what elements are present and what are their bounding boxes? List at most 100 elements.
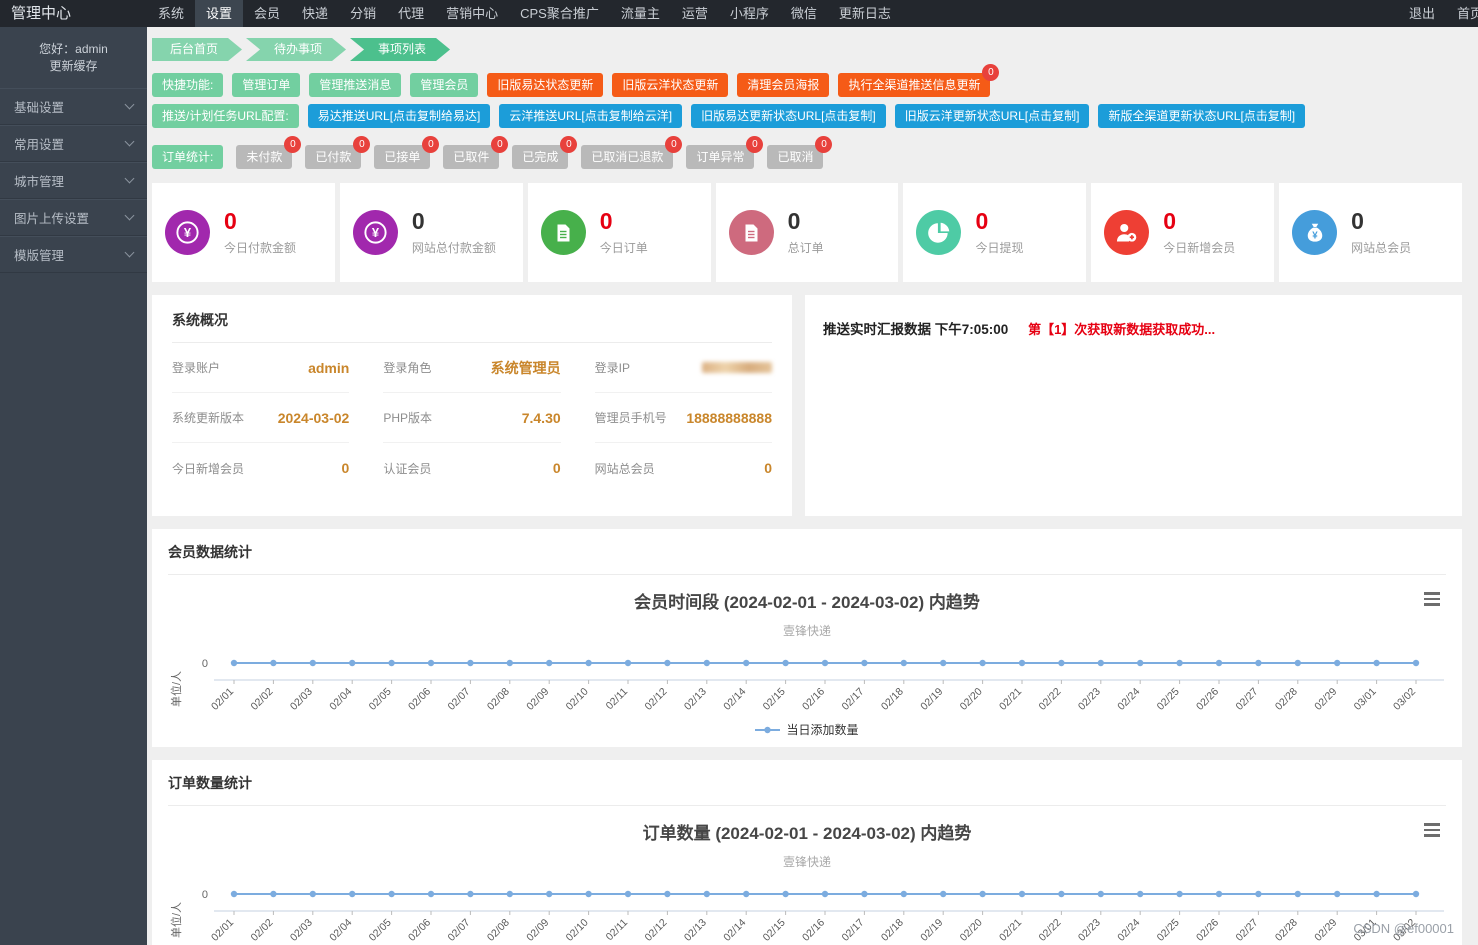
main-content: 后台首页 待办事项 事项列表 快捷功能: 管理订单 管理推送消息 管理会员 旧版易达状态更新… — [147, 27, 1478, 945]
breadcrumb-item[interactable]: 待办事项 — [246, 38, 346, 61]
sidebar-item[interactable]: 图片上传设置 — [0, 199, 147, 236]
x-tick-label: 02/02 — [248, 686, 275, 713]
order-status-button[interactable]: 已取消已退款 0 — [581, 136, 683, 169]
data-point — [1334, 659, 1341, 667]
update-cache-link[interactable]: 更新缓存 — [0, 58, 147, 75]
sidebar-item[interactable]: 城市管理 — [0, 162, 147, 199]
top-menu-item[interactable]: 更新日志 — [828, 0, 902, 27]
status-update-button[interactable]: 清理会员海报 — [737, 73, 830, 97]
data-point — [1176, 659, 1183, 667]
x-tick-label: 02/05 — [367, 917, 394, 944]
order-status-button[interactable]: 已接单 0 — [374, 136, 440, 169]
data-point — [230, 890, 238, 898]
overview-field-label: 系统更新版本 — [172, 411, 245, 425]
quick-action-button[interactable]: 管理推送消息 — [309, 73, 402, 97]
x-tick-label: 02/12 — [642, 686, 669, 713]
top-menu-item[interactable]: 代理 — [387, 0, 435, 27]
data-point — [940, 659, 947, 667]
data-point — [270, 659, 277, 667]
url-copy-button[interactable]: 旧版云洋更新状态URL[点击复制] — [894, 104, 1090, 128]
data-point — [1294, 659, 1302, 667]
x-tick-label: 02/23 — [1076, 917, 1103, 944]
greeting-text: 您好：admin — [39, 42, 108, 56]
quick-action-button[interactable]: 管理会员 — [410, 73, 479, 97]
order-stats-row: 订单统计: 未付款 0 已付款 0 已接单 0 已取件 0 已完成 0 已取消已退款 0 订单异常 0 已取消… — [152, 136, 1462, 169]
data-point — [1018, 890, 1026, 898]
chart-subtitle: 壹锋快递 — [782, 855, 831, 869]
order-status-button[interactable]: 未付款 0 — [236, 136, 302, 169]
data-point — [1412, 890, 1420, 898]
badge: 0 — [815, 136, 833, 153]
overview-field: PHP版本 7.4.30 — [383, 393, 561, 443]
data-point — [664, 659, 671, 667]
top-menu-item[interactable]: CPS聚合推广 — [509, 0, 610, 27]
x-tick-label: 02/25 — [1155, 917, 1182, 944]
screen: 管理中心 系统 设置 会员 快递 分销 代理 营销中心 CPS聚合推广 流量主 运营 小程序 微信 更新… — [0, 0, 1478, 945]
sidebar-item-label: 常用设置 — [14, 138, 65, 152]
top-menu-item[interactable]: 设置 — [195, 0, 244, 27]
x-tick-label: 02/08 — [485, 917, 512, 944]
status-update-button[interactable]: 旧版易达状态更新 — [487, 73, 604, 97]
top-menu-item[interactable]: 系统 — [147, 0, 195, 27]
order-status-button[interactable]: 已取消 0 — [767, 136, 833, 169]
stat-card: 0 今日订单 — [527, 183, 711, 282]
top-menu-item[interactable]: 会员 — [243, 0, 291, 27]
x-tick-label: 02/07 — [445, 686, 472, 713]
top-menu-item[interactable]: 流量主 — [610, 0, 671, 27]
order-status-button[interactable]: 已完成 0 — [512, 136, 578, 169]
chevron-down-icon — [124, 247, 135, 258]
order-status-button[interactable]: 已取件 0 — [443, 136, 509, 169]
top-menu-item[interactable]: 运营 — [671, 0, 719, 27]
status-update-button[interactable]: 执行全渠道推送信息更新 0 — [838, 64, 1000, 97]
panel-row: 系统概况 登录账户 admin 登录角色 系统管理员 登录IP 系统更新版本 2024-03… — [152, 295, 1462, 516]
stat-label: 今日订单 — [599, 240, 648, 255]
overview-field: 系统更新版本 2024-03-02 — [172, 393, 350, 443]
x-tick-label: 02/21 — [997, 686, 1024, 713]
overview-field-label: 登录角色 — [383, 361, 432, 375]
system-overview-grid: 登录账户 admin 登录角色 系统管理员 登录IP 系统更新版本 2024-03-02 PH… — [172, 343, 772, 493]
data-point — [1373, 659, 1380, 667]
data-point — [1294, 890, 1302, 898]
order-status-button[interactable]: 已付款 0 — [305, 136, 371, 169]
breadcrumb-item[interactable]: 后台首页 — [152, 38, 242, 61]
status-update-button[interactable]: 旧版云洋状态更新 — [612, 73, 729, 97]
data-point — [1058, 659, 1065, 667]
top-menu-right-item[interactable]: 退出 — [1398, 0, 1446, 27]
quick-action-button[interactable]: 管理订单 — [232, 73, 301, 97]
top-menu-item[interactable]: 小程序 — [719, 0, 780, 27]
chevron-down-icon — [124, 173, 135, 184]
top-menu-right-item[interactable]: 首页 — [1446, 0, 1478, 27]
y-tick-label: 0 — [202, 889, 208, 901]
x-tick-label: 02/20 — [958, 686, 985, 713]
data-point — [1176, 890, 1183, 898]
data-point — [1137, 890, 1144, 898]
url-copy-button[interactable]: 易达推送URL[点击复制给易达] — [307, 104, 491, 128]
sidebar-item[interactable]: 常用设置 — [0, 125, 147, 162]
stat-value: 0 — [787, 208, 801, 235]
stat-card: 0 今日新增会员 — [1091, 183, 1275, 282]
top-menu-item[interactable]: 快递 — [291, 0, 339, 27]
top-menu: 系统 设置 会员 快递 分销 代理 营销中心 CPS聚合推广 流量主 运营 小程序 微信 更新日志 — [147, 0, 902, 27]
breadcrumb-item[interactable]: 事项列表 — [350, 38, 450, 61]
order-status-button[interactable]: 订单异常 0 — [686, 136, 764, 169]
top-menu-item[interactable]: 营销中心 — [435, 0, 509, 27]
url-copy-button[interactable]: 云洋推送URL[点击复制给云洋] — [499, 104, 683, 128]
sidebar-item[interactable]: 模版管理 — [0, 236, 147, 273]
stat-card: ¥0 今日付款金额 — [152, 183, 335, 282]
url-copy-button[interactable]: 新版全渠道更新状态URL[点击复制] — [1098, 104, 1306, 128]
y-axis-label: 单位/人 — [169, 902, 183, 938]
sidebar-item[interactable]: 基础设置 — [0, 88, 147, 125]
x-tick-label: 02/03 — [288, 917, 315, 944]
url-copy-button[interactable]: 旧版易达更新状态URL[点击复制] — [691, 104, 886, 128]
data-point — [979, 890, 986, 898]
chart-toolbox-icon[interactable] — [1424, 592, 1440, 609]
x-tick-label: 02/01 — [209, 917, 236, 944]
data-point — [624, 659, 632, 667]
stat-card: ¥0 网站总付款金额 — [339, 183, 523, 282]
top-menu-item[interactable]: 微信 — [780, 0, 828, 27]
x-tick-label: 02/13 — [682, 686, 709, 713]
chart-toolbox-icon[interactable] — [1424, 823, 1440, 840]
overview-field-value: admin — [308, 359, 350, 376]
top-menu-item[interactable]: 分销 — [339, 0, 387, 27]
legend-item[interactable]: 当日添加数量 — [168, 721, 1446, 738]
